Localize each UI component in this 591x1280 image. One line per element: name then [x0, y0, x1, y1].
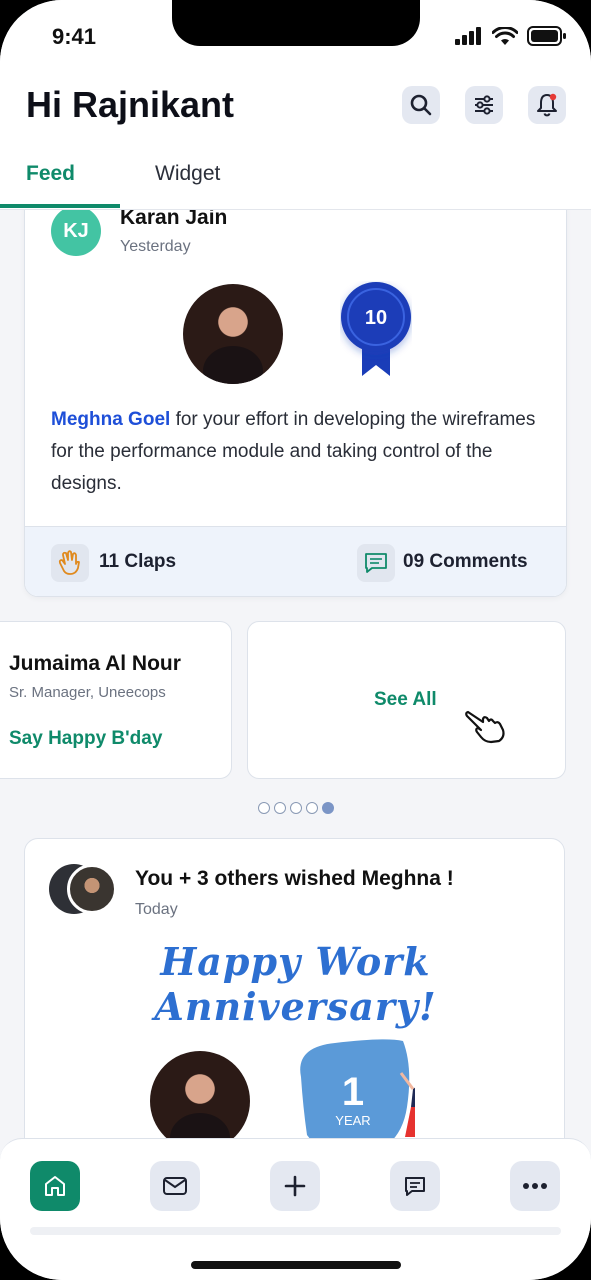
carousel-dot-active[interactable]: [322, 802, 334, 814]
bell-icon: [537, 93, 557, 117]
post-actions: 11 Claps 09 Comments: [25, 526, 566, 596]
wifi-icon: [492, 26, 518, 45]
comment-button[interactable]: [357, 544, 395, 582]
active-tab-indicator: [0, 204, 120, 208]
avatar: KJ: [51, 206, 101, 256]
carousel-indicator: [258, 802, 334, 814]
carousel-dot[interactable]: [274, 802, 286, 814]
birthday-person-name: Jumaima Al Nour: [9, 652, 181, 675]
year-number: 1: [342, 1070, 364, 1114]
chat-icon: [405, 1177, 425, 1196]
page-title: Hi Rajnikant: [26, 84, 235, 125]
pointing-hand-icon: [465, 710, 505, 744]
status-time: 9:41: [52, 24, 97, 49]
carousel-dot[interactable]: [306, 802, 318, 814]
say-happy-bday-link[interactable]: Say Happy B'day: [9, 728, 162, 750]
search-icon: [410, 94, 432, 116]
badge-number: 10: [365, 307, 387, 329]
phone-screen: 9:41 Hi Rajnikant Feed Widget KJ Karan J…: [0, 0, 591, 1280]
post-title: You + 3 others wished Meghna !: [135, 867, 454, 890]
more-icon: [523, 1183, 547, 1189]
claps-count: 11 Claps: [99, 551, 177, 572]
nav-divider: [30, 1227, 561, 1235]
post-body: Meghna Goel for your effort in developin…: [51, 404, 551, 500]
nav-more[interactable]: [510, 1161, 560, 1211]
carousel-dot[interactable]: [290, 802, 302, 814]
notifications-button[interactable]: [528, 86, 566, 124]
clap-button[interactable]: [51, 544, 89, 582]
nav-home[interactable]: [30, 1161, 80, 1211]
nav-add[interactable]: [270, 1161, 320, 1211]
app-header: Hi Rajnikant Feed Widget: [0, 70, 591, 210]
plus-icon: [284, 1175, 306, 1197]
post-time: Today: [135, 901, 178, 918]
birthday-card[interactable]: Jumaima Al Nour Sr. Manager, Uneecops Sa…: [0, 621, 232, 779]
recipient-photo: [183, 284, 283, 384]
see-all-card[interactable]: See All: [247, 621, 566, 779]
avatar: [67, 864, 117, 914]
notch: [172, 0, 420, 46]
medal-badge-icon: 10: [341, 282, 411, 376]
celebrant-photo: [150, 1051, 250, 1151]
filter-button[interactable]: [465, 86, 503, 124]
post-time: Yesterday: [120, 238, 191, 255]
home-indicator[interactable]: [191, 1261, 401, 1269]
nav-chat[interactable]: [390, 1161, 440, 1211]
battery-icon: [527, 26, 566, 46]
comment-icon: [365, 553, 387, 573]
status-bar: 9:41: [0, 0, 591, 70]
comments-count: 09 Comments: [403, 551, 528, 572]
nav-messages[interactable]: [150, 1161, 200, 1211]
bottom-navigation: [0, 1138, 591, 1280]
mentioned-user[interactable]: Meghna Goel: [51, 409, 170, 430]
tab-widget[interactable]: Widget: [155, 162, 220, 186]
see-all-link[interactable]: See All: [374, 689, 437, 711]
birthday-person-role: Sr. Manager, Uneecops: [9, 684, 166, 701]
clap-icon: [58, 550, 80, 575]
status-icons: [455, 26, 567, 46]
mail-icon: [163, 1177, 187, 1195]
sliders-icon: [475, 95, 493, 115]
year-label: YEAR: [335, 1113, 370, 1128]
search-button[interactable]: [402, 86, 440, 124]
feed-post-anniversary[interactable]: You + 3 others wished Meghna ! Today Hap…: [24, 838, 565, 1158]
home-icon: [45, 1176, 65, 1196]
signal-icon: [455, 27, 481, 45]
carousel-dot[interactable]: [258, 802, 270, 814]
feed-post-appreciation[interactable]: KJ Karan Jain Yesterday 10 Meghna Goel f…: [24, 195, 567, 597]
anniversary-headline: Happy Work Anniversary!: [154, 939, 437, 1029]
tab-feed[interactable]: Feed: [26, 162, 75, 186]
